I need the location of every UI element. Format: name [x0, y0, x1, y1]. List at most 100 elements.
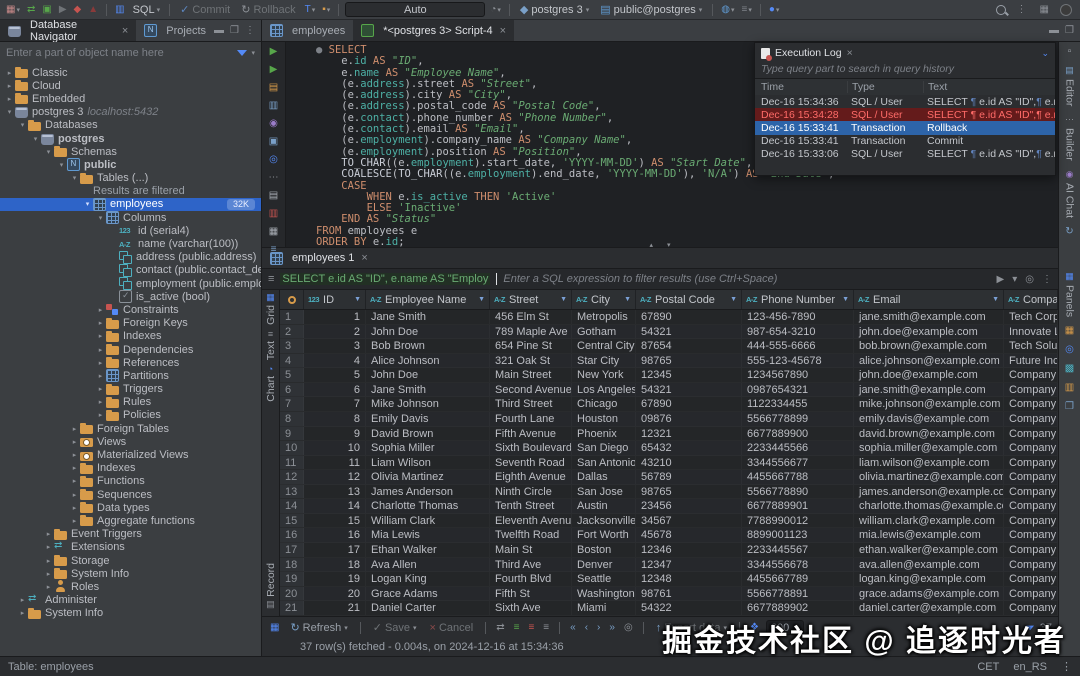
data-cell[interactable]: Company J: [1004, 499, 1058, 513]
row-number-cell[interactable]: 19: [280, 572, 304, 586]
tree-item-constraints[interactable]: ▸Constraints: [0, 303, 261, 316]
data-cell[interactable]: ethan.walker@example.com: [854, 543, 1004, 557]
compare-up-icon[interactable]: ⇄: [494, 620, 506, 636]
data-cell[interactable]: 11: [304, 456, 366, 470]
data-cell[interactable]: 23456: [636, 499, 742, 513]
data-cell[interactable]: 2233445566: [742, 441, 854, 455]
data-cell[interactable]: Jacksonville: [572, 514, 636, 528]
restore-icon[interactable]: ❐: [230, 25, 239, 36]
tx-toggle-icon[interactable]: T▾: [303, 2, 318, 18]
data-cell[interactable]: 3344556677: [742, 456, 854, 470]
row-number-cell[interactable]: 6: [280, 383, 304, 397]
table-row[interactable]: 2121Daniel CarterSixth AveMiami543226677…: [280, 601, 1058, 616]
tree-item-foreign-keys[interactable]: ▸Foreign Keys: [0, 317, 261, 330]
terminal-icon[interactable]: ▣: [269, 136, 278, 148]
data-cell[interactable]: 789 Maple Ave: [490, 325, 572, 339]
table-row[interactable]: 1414Charlotte ThomasTenth StreetAustin23…: [280, 499, 1058, 514]
data-cell[interactable]: 54321: [636, 325, 742, 339]
log-row[interactable]: Dec-16 15:33:41TransactionCommit: [755, 135, 1055, 148]
tree-item-address-public-address-[interactable]: address (public.address): [0, 251, 261, 264]
tree-chevron-icon[interactable]: ▸: [69, 504, 80, 512]
data-cell[interactable]: San Antonio: [572, 456, 636, 470]
table-row[interactable]: 1010Sophia MillerSixth BoulevardSan Dieg…: [280, 441, 1058, 456]
sort-chevron-icon[interactable]: ▼: [560, 296, 567, 303]
data-cell[interactable]: Innovate Ltd: [1004, 325, 1058, 339]
tree-chevron-icon[interactable]: ▸: [43, 543, 54, 551]
status-more-icon[interactable]: ⋮: [1061, 660, 1072, 673]
view-tab-chart[interactable]: ◔Chart: [265, 364, 277, 402]
view-tab-text[interactable]: ≡Text: [265, 329, 277, 360]
data-cell[interactable]: Main Street: [490, 368, 572, 382]
page-size-icon-icon[interactable]: ❖: [748, 620, 761, 636]
table-row[interactable]: 1616Mia LewisTwelfth RoadFort Worth45678…: [280, 528, 1058, 543]
tree-item-id-serial4-[interactable]: 123id (serial4): [0, 224, 261, 237]
tree-item-tables-[interactable]: ▾Tables (...): [0, 172, 261, 185]
cancel-button[interactable]: ×Cancel: [426, 620, 478, 636]
data-cell[interactable]: 7: [304, 397, 366, 411]
profiler-shield-icon[interactable]: ▲: [86, 2, 100, 18]
tree-chevron-icon[interactable]: ▸: [95, 306, 106, 314]
data-cell[interactable]: Third Ave: [490, 558, 572, 572]
tree-chevron-icon[interactable]: ▸: [4, 82, 15, 90]
data-cell[interactable]: 98765: [636, 485, 742, 499]
datasource-select[interactable]: ◆postgres 3▾: [516, 2, 593, 18]
data-cell[interactable]: Company A: [1004, 368, 1058, 382]
tree-item-results-are-filtered[interactable]: Results are filtered: [0, 185, 261, 198]
tree-chevron-icon[interactable]: ▸: [43, 530, 54, 538]
data-cell[interactable]: Logan King: [366, 572, 490, 586]
search-everywhere-icon[interactable]: [996, 5, 1006, 15]
data-cell[interactable]: Second Avenue: [490, 383, 572, 397]
project-widget-icon[interactable]: ▦▾: [4, 2, 22, 18]
data-cell[interactable]: David Brown: [366, 427, 490, 441]
data-cell[interactable]: Company I: [1004, 485, 1058, 499]
data-cell[interactable]: Jane Smith: [366, 383, 490, 397]
data-cell[interactable]: Eleventh Avenue: [490, 514, 572, 528]
tree-item-databases[interactable]: ▾Databases: [0, 119, 261, 132]
isolation-combo[interactable]: Auto: [345, 2, 485, 17]
table-row[interactable]: 1313James AndersonNinth CircleSan Jose98…: [280, 485, 1058, 500]
sort-chevron-icon[interactable]: ▼: [842, 296, 849, 303]
data-cell[interactable]: John Doe: [366, 368, 490, 382]
data-cell[interactable]: Mia Lewis: [366, 528, 490, 542]
data-cell[interactable]: Fort Worth: [572, 528, 636, 542]
data-cell[interactable]: 13: [304, 485, 366, 499]
tree-item-foreign-tables[interactable]: ▸Foreign Tables: [0, 422, 261, 435]
data-cell[interactable]: 4455667788: [742, 470, 854, 484]
tree-chevron-icon[interactable]: ▾: [43, 148, 54, 156]
splitter-up-icon[interactable]: ▴: [649, 241, 653, 249]
data-cell[interactable]: Metropolis: [572, 310, 636, 324]
row-number-cell[interactable]: 1: [280, 310, 304, 324]
timezone-widget[interactable]: CET: [977, 661, 999, 673]
editor-results-splitter[interactable]: ▴ ▾: [262, 241, 1058, 248]
schema-select[interactable]: ▤public@postgres▾: [596, 2, 706, 18]
jdbc-console-icon[interactable]: ▥: [113, 2, 126, 18]
data-cell[interactable]: 555-123-45678: [742, 354, 854, 368]
row-number-cell[interactable]: 12: [280, 470, 304, 484]
data-cell[interactable]: Company G: [1004, 456, 1058, 470]
open-folder-icon[interactable]: ▣: [40, 2, 53, 18]
table-row[interactable]: 44Alice Johnson321 Oak StStar City987655…: [280, 354, 1058, 369]
right-tab-builder[interactable]: ⋯Builder: [1064, 114, 1076, 161]
data-cell[interactable]: 12321: [636, 427, 742, 441]
data-cell[interactable]: Company K: [1004, 514, 1058, 528]
data-cell[interactable]: Grace Adams: [366, 587, 490, 601]
row-number-cell[interactable]: 3: [280, 339, 304, 353]
data-cell[interactable]: 1122334455: [742, 397, 854, 411]
data-cell[interactable]: 18: [304, 558, 366, 572]
tree-item-system-info[interactable]: ▸System Info: [0, 607, 261, 620]
splitter-down-icon[interactable]: ▾: [667, 241, 671, 249]
filter-funnel-icon[interactable]: [237, 50, 247, 56]
tree-item-indexes[interactable]: ▸Indexes: [0, 330, 261, 343]
data-cell[interactable]: Sixth Ave: [490, 601, 572, 615]
table-row[interactable]: 22John Doe789 Maple AveGotham54321987-65…: [280, 325, 1058, 340]
log-row[interactable]: Dec-16 15:33:41TransactionRollback: [755, 121, 1055, 134]
restore-icon[interactable]: ❐: [1065, 25, 1074, 36]
column-header-street[interactable]: A-ZStreet▼: [490, 290, 572, 309]
export-data[interactable]: ↑Export data▾: [652, 620, 731, 636]
row-number-cell[interactable]: 18: [280, 558, 304, 572]
tree-item-views[interactable]: ▸Views: [0, 435, 261, 448]
tab-projects[interactable]: Projects: [136, 20, 214, 41]
view-tab-grid[interactable]: ▦Grid: [265, 292, 277, 325]
data-cell[interactable]: 5: [304, 368, 366, 382]
data-cell[interactable]: San Jose: [572, 485, 636, 499]
